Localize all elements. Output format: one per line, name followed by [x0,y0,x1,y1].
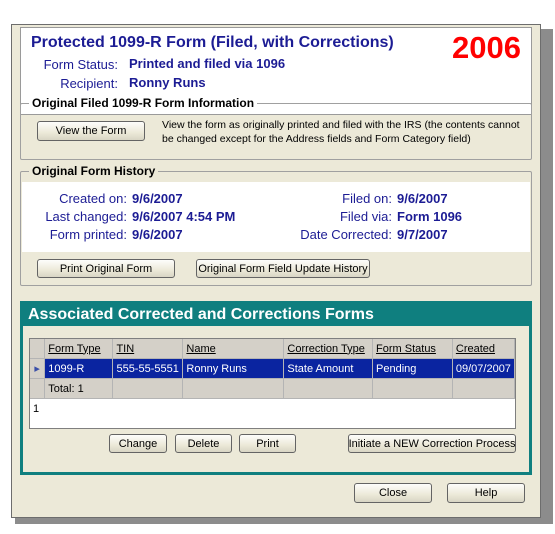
close-button[interactable]: Close [354,483,432,503]
column-header-form-type[interactable]: Form Type [44,339,114,359]
print-original-form-button[interactable]: Print Original Form [37,259,175,278]
view-form-button[interactable]: View the Form [37,121,145,141]
total-count: Total: 1 [44,378,114,399]
field-update-history-button[interactable]: Original Form Field Update History [196,259,370,278]
recipient-value: Ronny Runs [129,75,206,90]
created-on-label: Created on: [59,191,127,206]
form-window: Protected 1099-R Form (Filed, with Corre… [11,24,541,518]
table-row[interactable]: ▸ 1099-R 555-55-5551 Ronny Runs State Am… [30,358,516,379]
filed-via-label: Filed via: [339,209,392,224]
column-header-created[interactable]: Created [452,339,516,359]
change-button[interactable]: Change [109,434,167,453]
filed-on-label: Filed on: [342,191,392,206]
column-header-tin[interactable]: TIN [112,339,184,359]
page-title: Protected 1099-R Form (Filed, with Corre… [31,34,394,51]
column-header-name[interactable]: Name [182,339,285,359]
print-button[interactable]: Print [239,434,296,453]
associated-forms-title: Associated Corrected and Corrections For… [23,304,529,326]
tax-year: 2006 [452,30,521,65]
original-info-legend: Original Filed 1099-R Form Information [32,96,255,110]
cell-created[interactable]: 09/07/2007 [452,358,516,379]
date-corrected-value: 9/7/2007 [397,227,448,242]
cell-tin[interactable]: 555-55-5551 [112,358,184,379]
last-changed-label: Last changed: [45,209,127,224]
column-header-form-status[interactable]: Form Status [372,339,453,359]
cell-correction-type[interactable]: State Amount [283,358,374,379]
page-row: 1 [30,398,515,418]
form-printed-value: 9/6/2007 [132,227,183,242]
form-printed-label: Form printed: [49,227,127,242]
grid-corner [30,339,46,359]
associated-forms-grid: Form Type TIN Name Correction Type Form … [29,338,516,429]
last-changed-value: 9/6/2007 4:54 PM [132,209,236,224]
page-number: 1 [30,398,45,418]
original-info-description: View the form as originally printed and … [162,119,520,145]
filed-via-value: Form 1096 [397,209,463,224]
column-header-correction-type[interactable]: Correction Type [283,339,374,359]
recipient-label: Recipient: [60,76,118,91]
total-row: Total: 1 [30,378,516,399]
delete-button[interactable]: Delete [175,434,232,453]
history-legend: Original Form History [32,164,156,178]
created-on-value: 9/6/2007 [132,191,183,206]
cell-form-status[interactable]: Pending [372,358,453,379]
row-indicator-icon: ▸ [30,358,46,379]
filed-on-value: 9/6/2007 [397,191,448,206]
form-status-label: Form Status: [43,57,118,72]
form-status-value: Printed and filed via 1096 [129,56,286,71]
associated-forms-panel: Associated Corrected and Corrections For… [20,301,532,475]
initiate-correction-button[interactable]: Initiate a NEW Correction Process [348,434,516,453]
cell-form-type[interactable]: 1099-R [44,358,114,379]
cell-name[interactable]: Ronny Runs [182,358,285,379]
date-corrected-label: Date Corrected: [300,227,392,242]
help-button[interactable]: Help [447,483,525,503]
history-panel: Created on: 9/6/2007 Last changed: 9/6/2… [22,182,530,252]
